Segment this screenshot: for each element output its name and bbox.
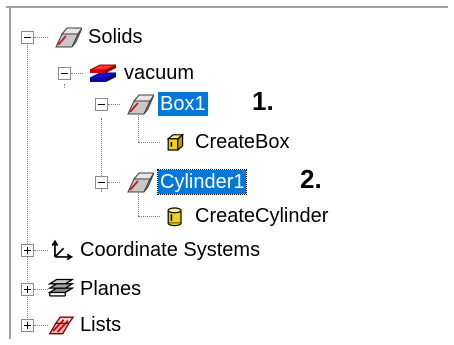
solid-box-icon — [127, 94, 154, 115]
frame-left-border — [9, 6, 11, 339]
collapse-toggle-vacuum[interactable] — [58, 67, 71, 80]
annotation-two: 2. — [300, 164, 322, 194]
tree-item-createbox[interactable]: CreateBox — [165, 129, 292, 155]
expand-toggle-lists[interactable] — [21, 319, 34, 332]
create-cylinder-icon — [167, 207, 182, 227]
tree-line-box1 — [138, 115, 139, 142]
tree-item-coordinate-systems[interactable]: Coordinate Systems — [48, 237, 262, 263]
tree-hline-box1 — [108, 104, 120, 105]
annotation-one: 1. — [252, 86, 274, 116]
tree-hline-planes — [34, 289, 48, 290]
tree-item-vacuum[interactable]: vacuum — [88, 60, 196, 86]
expand-toggle-coordinate-systems[interactable] — [21, 244, 34, 257]
tree-item-label: vacuum — [124, 62, 195, 84]
tree-item-box1[interactable]: Box1 — [124, 91, 208, 117]
tree-item-label: CreateCylinder — [195, 205, 329, 227]
tree-hline-createcylinder — [138, 216, 160, 217]
material-layers-icon — [89, 64, 117, 82]
tree-item-cylinder1[interactable]: Cylinder1 — [124, 169, 248, 195]
tree-item-label: Box1 — [158, 92, 208, 116]
tree-item-createcylinder[interactable]: CreateCylinder — [165, 203, 330, 229]
tree-hline-createbox — [138, 142, 160, 143]
tree-item-label: CreateBox — [195, 131, 290, 153]
lists-icon — [48, 316, 74, 335]
tree-item-label: Coordinate Systems — [80, 239, 261, 261]
collapse-toggle-box1[interactable] — [95, 98, 108, 111]
tree-line-solids — [64, 84, 65, 88]
tree-hline-vacuum — [71, 73, 83, 74]
tree-hline-coords — [34, 250, 48, 251]
tree-item-solids[interactable]: Solids — [52, 24, 144, 50]
planes-icon — [48, 278, 74, 297]
tree-hline-cylinder1 — [108, 182, 120, 183]
tree-item-label: Solids — [88, 26, 143, 48]
tree-item-planes[interactable]: Planes — [48, 276, 143, 302]
solid-box-icon — [127, 172, 154, 193]
tree-item-lists[interactable]: Lists — [48, 312, 123, 338]
tree-item-label: Lists — [80, 314, 122, 336]
axes-icon — [51, 239, 74, 261]
tree-item-label: Planes — [80, 278, 142, 300]
tree-item-label: Cylinder1 — [156, 169, 248, 195]
expand-toggle-planes[interactable] — [21, 283, 34, 296]
frame-top-border — [6, 6, 448, 8]
collapse-toggle-cylinder1[interactable] — [95, 176, 108, 189]
tree-hline-solids — [34, 37, 48, 38]
collapse-toggle-solids[interactable] — [21, 31, 34, 44]
create-box-icon — [166, 133, 185, 152]
tree-hline-lists — [34, 325, 48, 326]
solid-box-icon — [55, 27, 82, 48]
